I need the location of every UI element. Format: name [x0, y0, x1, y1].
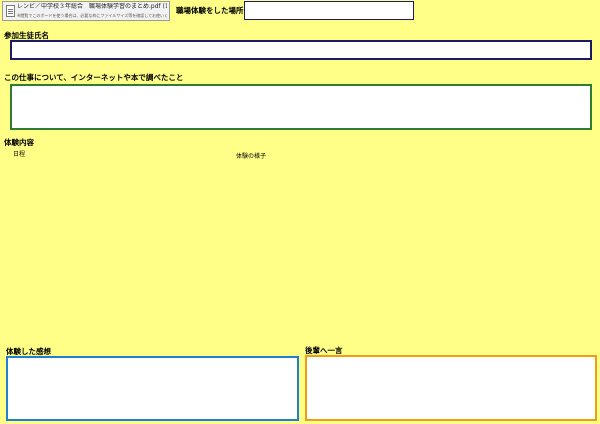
- future-field[interactable]: [305, 355, 597, 421]
- student-name-label: 参加生徒氏名: [4, 31, 49, 40]
- workplace-field[interactable]: [244, 1, 414, 20]
- impressions-field[interactable]: [6, 356, 299, 421]
- impressions-label: 体験した感想: [6, 347, 51, 356]
- experience-label: 体験内容: [4, 138, 34, 147]
- attachment-note: ※閲覧でこのボードを使う場合は、必要な枠にファイルサイズ等を確認してお使いくださ…: [17, 13, 167, 18]
- schedule-label: 日程: [13, 151, 26, 158]
- attachment-chip[interactable]: レンビ／中学校３年総合 職場体験学習のまとめ.pdf (18.5 KB) ※閲覧…: [2, 1, 170, 21]
- research-label: この仕事について、インターネットや本で調べたこと: [4, 73, 184, 82]
- activity-label: 体験の様子: [236, 153, 267, 160]
- attachment-file-name[interactable]: レンビ／中学校３年総合 職場体験学習のまとめ.pdf (18.5 KB): [17, 3, 167, 11]
- workplace-label: 職場体験をした場所: [176, 6, 244, 15]
- future-label: 後輩へ一言: [305, 346, 343, 355]
- research-field[interactable]: [10, 84, 592, 130]
- student-name-field[interactable]: [10, 40, 592, 60]
- pdf-file-icon: [6, 5, 15, 17]
